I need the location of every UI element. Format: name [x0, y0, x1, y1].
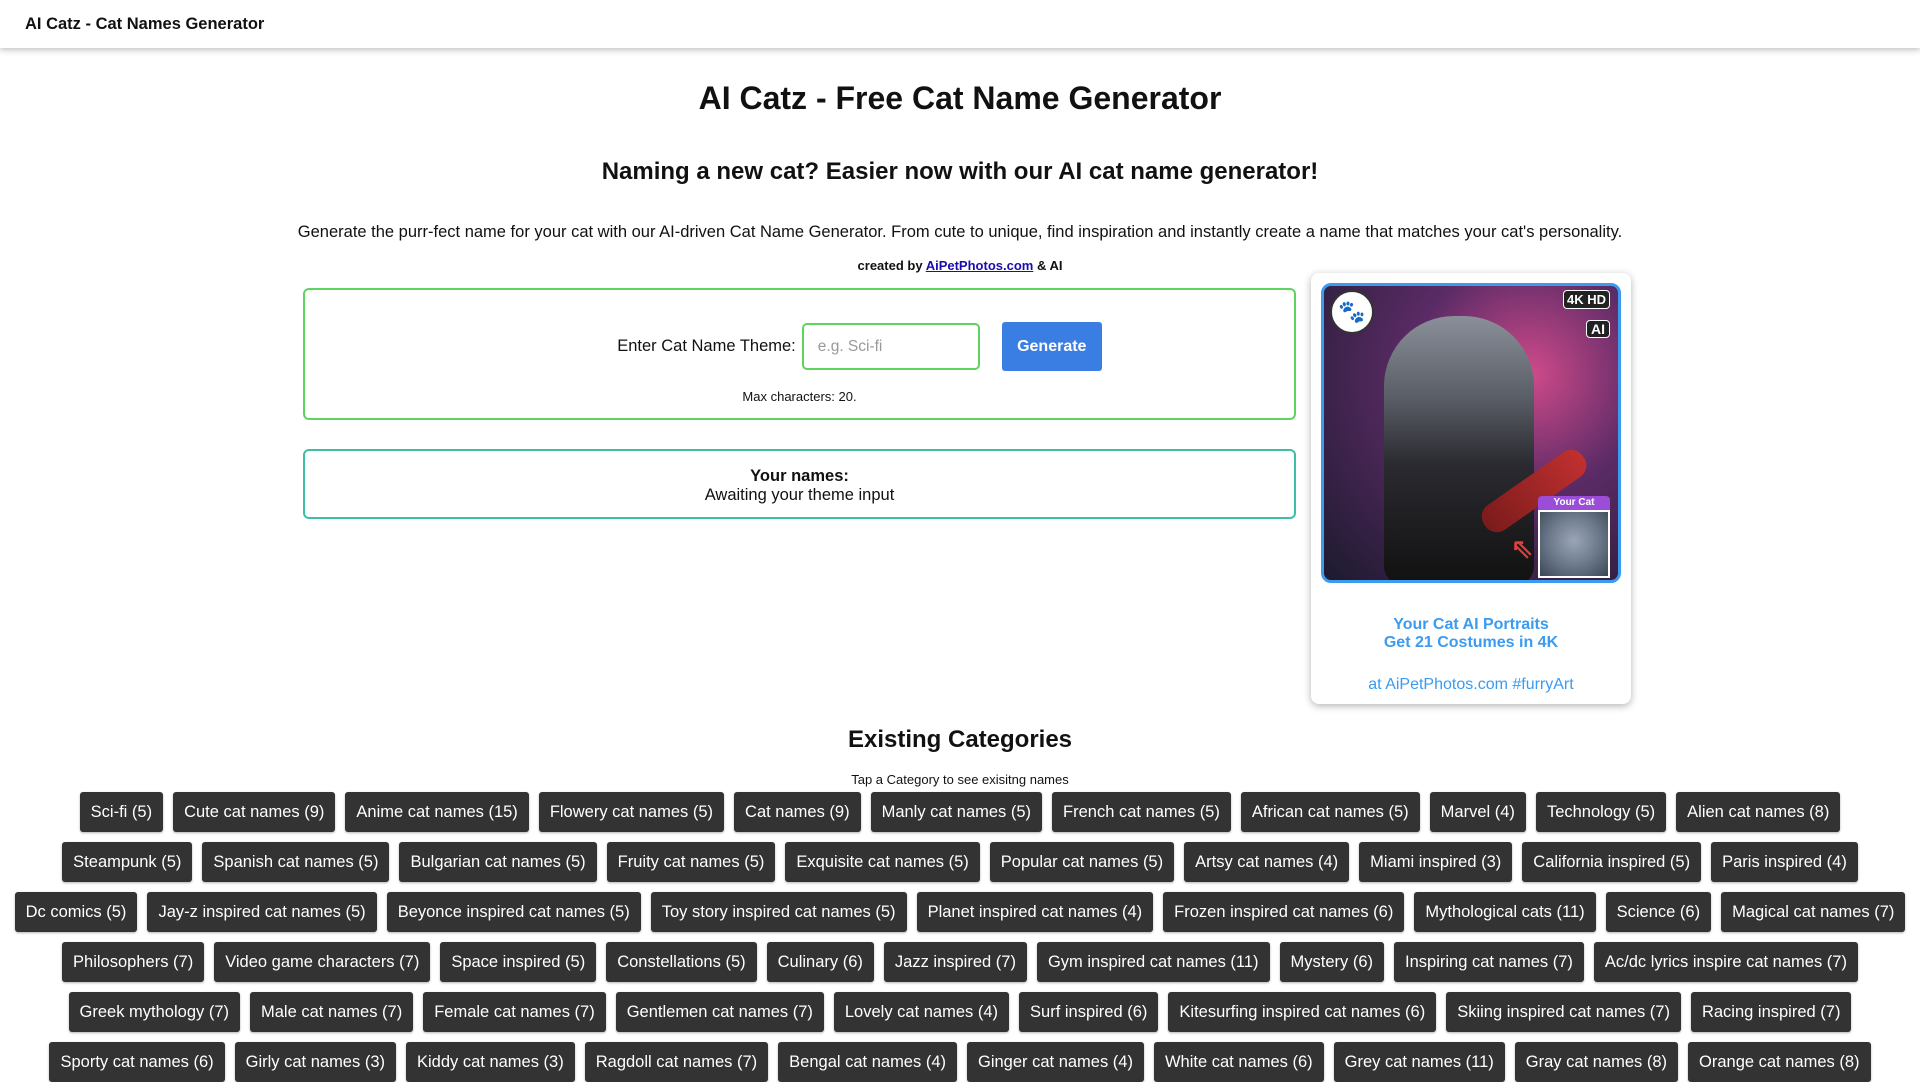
category-tag[interactable]: Marvel (4) — [1429, 792, 1526, 832]
results-status: Awaiting your theme input — [704, 486, 895, 504]
category-tag[interactable]: Lovely cat names (4) — [833, 992, 1010, 1032]
theme-label: Enter Cat Name Theme: — [617, 337, 796, 355]
category-tag[interactable]: Miami inspired (3) — [1359, 842, 1513, 882]
your-cat-label: Your Cat — [1538, 496, 1610, 510]
categories-heading: Existing Categories — [847, 726, 1073, 753]
category-tag[interactable]: Skiing inspired cat names (7) — [1446, 992, 1681, 1032]
category-tag[interactable]: Bengal cat names (4) — [778, 1042, 957, 1082]
theme-form: Enter Cat Name Theme: Generate Max chara… — [303, 288, 1296, 420]
category-tag[interactable]: Space inspired (5) — [440, 942, 597, 982]
category-tag[interactable]: Constellations (5) — [606, 942, 757, 982]
category-tag[interactable]: Jay-z inspired cat names (5) — [147, 892, 377, 932]
category-tag[interactable]: Mystery (6) — [1279, 942, 1385, 982]
category-tag[interactable]: Ragdoll cat names (7) — [584, 1042, 769, 1082]
category-tag[interactable]: White cat names (6) — [1153, 1042, 1324, 1082]
paw-logo-icon: 🐾 — [1330, 290, 1374, 334]
category-tag[interactable]: Cat names (9) — [734, 792, 861, 832]
generate-button[interactable]: Generate — [1001, 322, 1102, 371]
category-tag[interactable]: Jazz inspired (7) — [883, 942, 1027, 982]
promo-link[interactable]: at AiPetPhotos.com #furryArt — [1311, 676, 1631, 694]
category-tag[interactable]: Racing inspired (7) — [1690, 992, 1852, 1032]
category-tag[interactable]: Ginger cat names (4) — [967, 1042, 1144, 1082]
category-tag[interactable]: Female cat names (7) — [423, 992, 606, 1032]
promo-line-1: Your Cat AI Portraits — [1393, 616, 1549, 633]
max-chars-note: Max characters: 20. — [742, 389, 857, 404]
category-tag[interactable]: Gentlemen cat names (7) — [615, 992, 824, 1032]
category-tag[interactable]: Ac/dc lyrics inspire cat names (7) — [1593, 942, 1858, 982]
category-tag[interactable]: Flowery cat names (5) — [538, 792, 725, 832]
category-tag[interactable]: Toy story inspired cat names (5) — [650, 892, 907, 932]
category-tag[interactable]: Sci-fi (5) — [79, 792, 164, 832]
category-tag[interactable]: Popular cat names (5) — [989, 842, 1175, 882]
category-tag[interactable]: French cat names (5) — [1052, 792, 1231, 832]
category-tag[interactable]: Anime cat names (15) — [345, 792, 529, 832]
category-tag[interactable]: Frozen inspired cat names (6) — [1163, 892, 1405, 932]
category-tag[interactable]: Spanish cat names (5) — [202, 842, 390, 882]
categories-hint: Tap a Category to see exisitng names — [851, 772, 1069, 787]
category-tag[interactable]: Exquisite cat names (5) — [785, 842, 980, 882]
category-tag[interactable]: Video game characters (7) — [214, 942, 431, 982]
category-tag[interactable]: Alien cat names (8) — [1676, 792, 1841, 832]
category-tag[interactable]: Male cat names (7) — [250, 992, 414, 1032]
promo-headline[interactable]: Your Cat AI Portraits Get 21 Costumes in… — [1311, 616, 1631, 652]
category-tag[interactable]: Kitesurfing inspired cat names (6) — [1168, 992, 1437, 1032]
page-subtitle: Naming a new cat? Easier now with our AI… — [601, 158, 1319, 185]
results-box: Your names: Awaiting your theme input — [303, 449, 1296, 519]
category-tag[interactable]: Planet inspired cat names (4) — [916, 892, 1154, 932]
category-tag[interactable]: Culinary (6) — [766, 942, 874, 982]
theme-input[interactable] — [801, 323, 980, 370]
category-tag[interactable]: Gray cat names (8) — [1514, 1042, 1679, 1082]
credits-prefix: created by — [857, 258, 926, 273]
category-tag[interactable]: Surf inspired (6) — [1019, 992, 1159, 1032]
category-tag[interactable]: California inspired (5) — [1522, 842, 1702, 882]
page-title: AI Catz - Free Cat Name Generator — [698, 80, 1222, 116]
category-tag[interactable]: Fruity cat names (5) — [606, 842, 776, 882]
category-tag[interactable]: Greek mythology (7) — [68, 992, 240, 1032]
category-tag[interactable]: Philosophers (7) — [62, 942, 205, 982]
category-tag[interactable]: Orange cat names (8) — [1688, 1042, 1871, 1082]
your-cat-thumbnail — [1538, 510, 1610, 578]
category-tag[interactable]: Technology (5) — [1535, 792, 1667, 832]
category-tag[interactable]: Mythological cats (11) — [1414, 892, 1596, 932]
category-list: Sci-fi (5) Cute cat names (9) Anime cat na… — [12, 792, 1908, 1082]
category-tag[interactable]: Science (6) — [1605, 892, 1712, 932]
category-tag[interactable]: Inspiring cat names (7) — [1394, 942, 1584, 982]
category-tag[interactable]: Girly cat names (3) — [234, 1042, 396, 1082]
category-tag[interactable]: Artsy cat names (4) — [1184, 842, 1350, 882]
category-tag[interactable]: Sporty cat names (6) — [49, 1042, 225, 1082]
category-tag[interactable]: Kiddy cat names (3) — [406, 1042, 575, 1082]
ai-badge: AI — [1586, 320, 1610, 338]
app-title[interactable]: AI Catz - Cat Names Generator — [25, 15, 264, 34]
category-tag[interactable]: Steampunk (5) — [62, 842, 193, 882]
category-tag[interactable]: Cute cat names (9) — [173, 792, 336, 832]
arrow-icon: ⇖ — [1510, 533, 1534, 564]
category-tag[interactable]: Magical cat names (7) — [1721, 892, 1906, 932]
category-tag[interactable]: Paris inspired (4) — [1711, 842, 1858, 882]
category-tag[interactable]: Manly cat names (5) — [870, 792, 1043, 832]
results-title: Your names: — [750, 467, 849, 485]
credits: created by AiPetPhotos.com & AI — [0, 258, 1920, 273]
promo-image[interactable]: 🐾 4K HD AI ⇖ Your Cat — [1321, 283, 1621, 583]
category-tag[interactable]: Dc comics (5) — [14, 892, 138, 932]
promo-card[interactable]: 🐾 4K HD AI ⇖ Your Cat Your Cat AI Portra… — [1311, 273, 1631, 704]
category-tag[interactable]: Gym inspired cat names (11) — [1036, 942, 1270, 982]
credits-link[interactable]: AiPetPhotos.com — [926, 258, 1034, 273]
category-tag[interactable]: Beyonce inspired cat names (5) — [386, 892, 641, 932]
4k-hd-badge: 4K HD — [1562, 290, 1610, 309]
intro-text: Generate the purr-fect name for your cat… — [297, 223, 1623, 241]
credits-suffix: & AI — [1033, 258, 1063, 273]
promo-line-2: Get 21 Costumes in 4K — [1383, 634, 1559, 651]
app-header: AI Catz - Cat Names Generator — [0, 0, 1920, 48]
category-tag[interactable]: Grey cat names (11) — [1333, 1042, 1505, 1082]
category-tag[interactable]: African cat names (5) — [1240, 792, 1420, 832]
category-tag[interactable]: Bulgarian cat names (5) — [399, 842, 597, 882]
